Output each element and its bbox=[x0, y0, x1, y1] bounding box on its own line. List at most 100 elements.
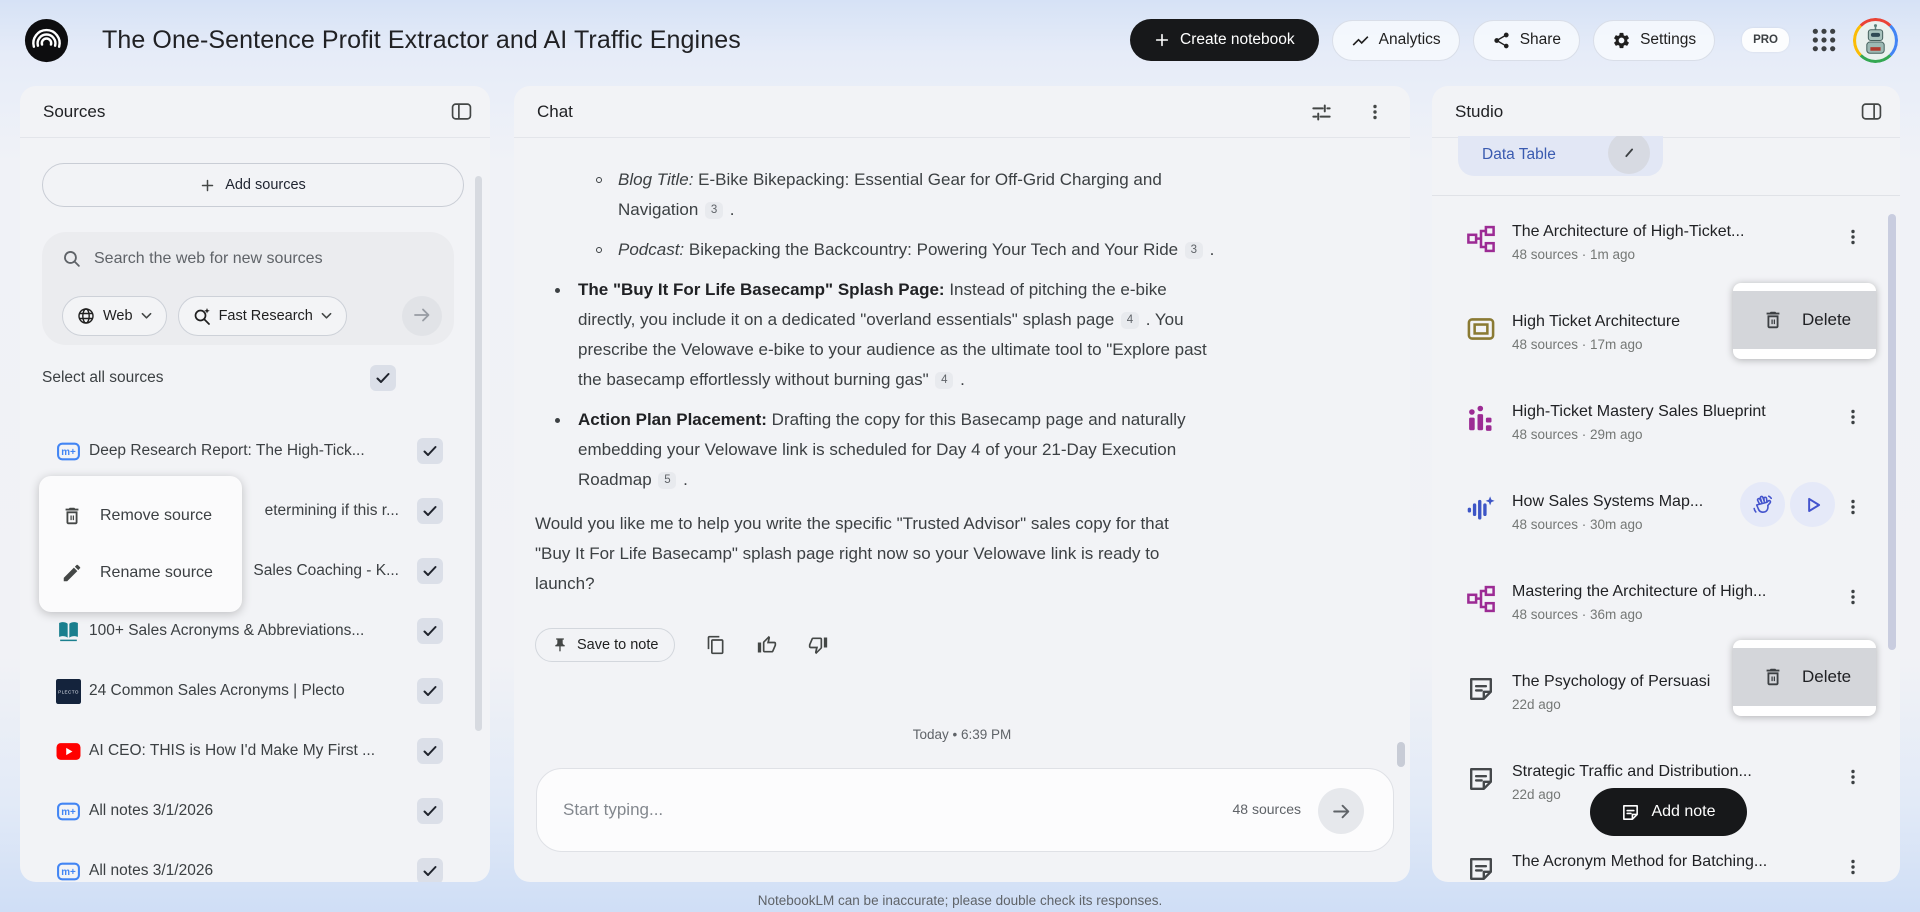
plus-icon bbox=[200, 178, 215, 193]
hand-wave-button[interactable] bbox=[1740, 482, 1785, 527]
studio-item[interactable]: Mastering the Architecture of High... 48 … bbox=[1432, 581, 1900, 637]
search-input[interactable] bbox=[94, 249, 424, 268]
add-note-label: Add note bbox=[1651, 803, 1716, 820]
studio-item-title: High-Ticket Mastery Sales Blueprint bbox=[1512, 403, 1766, 420]
collapse-panel-icon[interactable] bbox=[1861, 102, 1882, 121]
citation-chip[interactable]: 5 bbox=[658, 472, 677, 489]
chat-block: Podcast: Bikepacking the Backcountry: Po… bbox=[535, 235, 1228, 265]
chat-input-box: 48 sources bbox=[536, 768, 1394, 852]
more-vert-icon[interactable] bbox=[1844, 585, 1862, 609]
analytics-button[interactable]: Analytics bbox=[1331, 19, 1460, 61]
check-icon bbox=[422, 563, 438, 579]
studio-item-meta: 22d ago bbox=[1512, 697, 1561, 712]
more-vert-icon[interactable] bbox=[1844, 855, 1862, 879]
check-icon bbox=[422, 443, 438, 459]
web-source-dropdown[interactable]: Web bbox=[62, 296, 167, 336]
bullet-marker bbox=[596, 247, 602, 253]
thumbs-down-icon[interactable] bbox=[808, 635, 828, 655]
search-submit-button[interactable] bbox=[402, 296, 442, 336]
add-sources-button[interactable]: Add sources bbox=[42, 163, 464, 207]
thumbs-up-icon[interactable] bbox=[757, 635, 777, 655]
studio-item[interactable]: The Acronym Method for Batching... bbox=[1432, 851, 1900, 882]
studio-item-title: Strategic Traffic and Distribution... bbox=[1512, 763, 1752, 780]
source-row[interactable]: m+ Deep Research Report: The High-Tick... bbox=[20, 427, 490, 475]
source-checkbox[interactable] bbox=[417, 618, 443, 644]
chat-block: Action Plan Placement: Drafting the copy… bbox=[535, 405, 1218, 495]
apps-grid-icon[interactable] bbox=[1811, 27, 1837, 53]
context-menu-label: Remove source bbox=[100, 506, 213, 524]
add-note-button[interactable]: Add note bbox=[1590, 788, 1747, 836]
arrow-right-icon bbox=[412, 305, 432, 325]
create-notebook-button[interactable]: Create notebook bbox=[1130, 19, 1319, 61]
source-checkbox[interactable] bbox=[417, 858, 443, 882]
avatar[interactable] bbox=[1853, 17, 1898, 63]
context-menu-item-remove-source[interactable]: Remove source bbox=[39, 487, 242, 544]
more-vert-icon[interactable] bbox=[1366, 103, 1384, 121]
web-source-label: Web bbox=[103, 308, 133, 324]
source-title: Sales Coaching - K... bbox=[253, 562, 399, 579]
check-icon bbox=[375, 370, 391, 386]
save-to-note-label: Save to note bbox=[577, 637, 659, 653]
source-title: All notes 3/1/2026 bbox=[89, 802, 214, 819]
arrow-right-icon bbox=[1331, 801, 1352, 822]
studio-card-data-table[interactable]: Data Table bbox=[1458, 136, 1663, 176]
chat-input[interactable] bbox=[563, 769, 1163, 851]
more-vert-icon[interactable] bbox=[1844, 495, 1862, 519]
source-checkbox[interactable] bbox=[417, 678, 443, 704]
save-to-note-button[interactable]: Save to note bbox=[535, 628, 676, 662]
select-all-label: Select all sources bbox=[42, 369, 164, 386]
collapse-panel-icon[interactable] bbox=[451, 102, 472, 121]
pin-icon bbox=[552, 637, 568, 653]
studio-panel: Studio Data Table The Architecture of Hi… bbox=[1432, 86, 1900, 882]
studio-item-meta: 48 sources · 36m ago bbox=[1512, 607, 1643, 622]
chat-header: Chat bbox=[514, 86, 1410, 138]
source-row[interactable]: m+ All notes 3/1/2026 bbox=[20, 787, 490, 835]
source-row[interactable]: AI CEO: THIS is How I'd Make My First ..… bbox=[20, 727, 490, 775]
context-menu-item-rename-source[interactable]: Rename source bbox=[39, 544, 242, 601]
header-actions: Create notebook Analytics Share Settings… bbox=[1130, 17, 1898, 63]
source-checkbox[interactable] bbox=[417, 558, 443, 584]
edit-icon[interactable] bbox=[1608, 136, 1650, 174]
share-button[interactable]: Share bbox=[1472, 19, 1581, 61]
select-all-row: Select all sources bbox=[42, 365, 443, 391]
source-checkbox[interactable] bbox=[417, 498, 443, 524]
source-checkbox[interactable] bbox=[417, 738, 443, 764]
select-all-checkbox[interactable] bbox=[370, 365, 396, 391]
source-row[interactable]: 100+ Sales Acronyms & Abbreviations... bbox=[20, 607, 490, 655]
source-row[interactable]: m+ All notes 3/1/2026 bbox=[20, 847, 490, 882]
research-mode-dropdown[interactable]: Fast Research bbox=[177, 296, 347, 336]
play-icon bbox=[1802, 494, 1824, 516]
settings-button[interactable]: Settings bbox=[1593, 19, 1716, 61]
notebook-note-icon: m+ bbox=[56, 799, 81, 824]
studio-item[interactable]: High-Ticket Mastery Sales Blueprint 48 so… bbox=[1432, 401, 1900, 457]
notebooklm-logo[interactable] bbox=[24, 18, 69, 63]
studio-item[interactable]: How Sales Systems Map... 48 sources · 30m… bbox=[1432, 482, 1900, 547]
delete-menu-item[interactable]: Delete bbox=[1733, 648, 1876, 706]
source-row[interactable]: PLECTO 24 Common Sales Acronyms | Plecto bbox=[20, 667, 490, 715]
search-icon bbox=[62, 249, 81, 268]
more-vert-icon[interactable] bbox=[1844, 225, 1862, 249]
tune-icon[interactable] bbox=[1311, 102, 1332, 123]
citation-chip[interactable]: 3 bbox=[705, 202, 724, 219]
source-checkbox[interactable] bbox=[417, 438, 443, 464]
studio-item[interactable]: The Architecture of High-Ticket... 48 sou… bbox=[1432, 221, 1900, 277]
send-button[interactable] bbox=[1318, 788, 1364, 834]
sources-scrollbar[interactable] bbox=[475, 176, 482, 731]
more-vert-icon[interactable] bbox=[1844, 765, 1862, 789]
studio-scrollbar[interactable] bbox=[1888, 214, 1896, 650]
chevron-down-icon bbox=[141, 312, 152, 320]
delete-menu-item[interactable]: Delete bbox=[1733, 291, 1876, 349]
citation-chip[interactable]: 4 bbox=[935, 372, 954, 389]
play-button[interactable] bbox=[1790, 482, 1835, 527]
note-icon bbox=[1467, 855, 1495, 882]
source-checkbox[interactable] bbox=[417, 798, 443, 824]
studio-item-title: How Sales Systems Map... bbox=[1512, 493, 1704, 510]
citation-chip[interactable]: 4 bbox=[1120, 312, 1139, 329]
text-segment: Bikepacking the Backcountry: Powering Yo… bbox=[684, 240, 1183, 259]
source-title: All notes 3/1/2026 bbox=[89, 862, 214, 879]
copy-icon[interactable] bbox=[706, 635, 726, 655]
more-vert-icon[interactable] bbox=[1844, 405, 1862, 429]
text-segment: Blog Title: bbox=[618, 170, 694, 189]
chat-scrollbar[interactable] bbox=[1397, 742, 1405, 767]
citation-chip[interactable]: 3 bbox=[1184, 242, 1203, 259]
